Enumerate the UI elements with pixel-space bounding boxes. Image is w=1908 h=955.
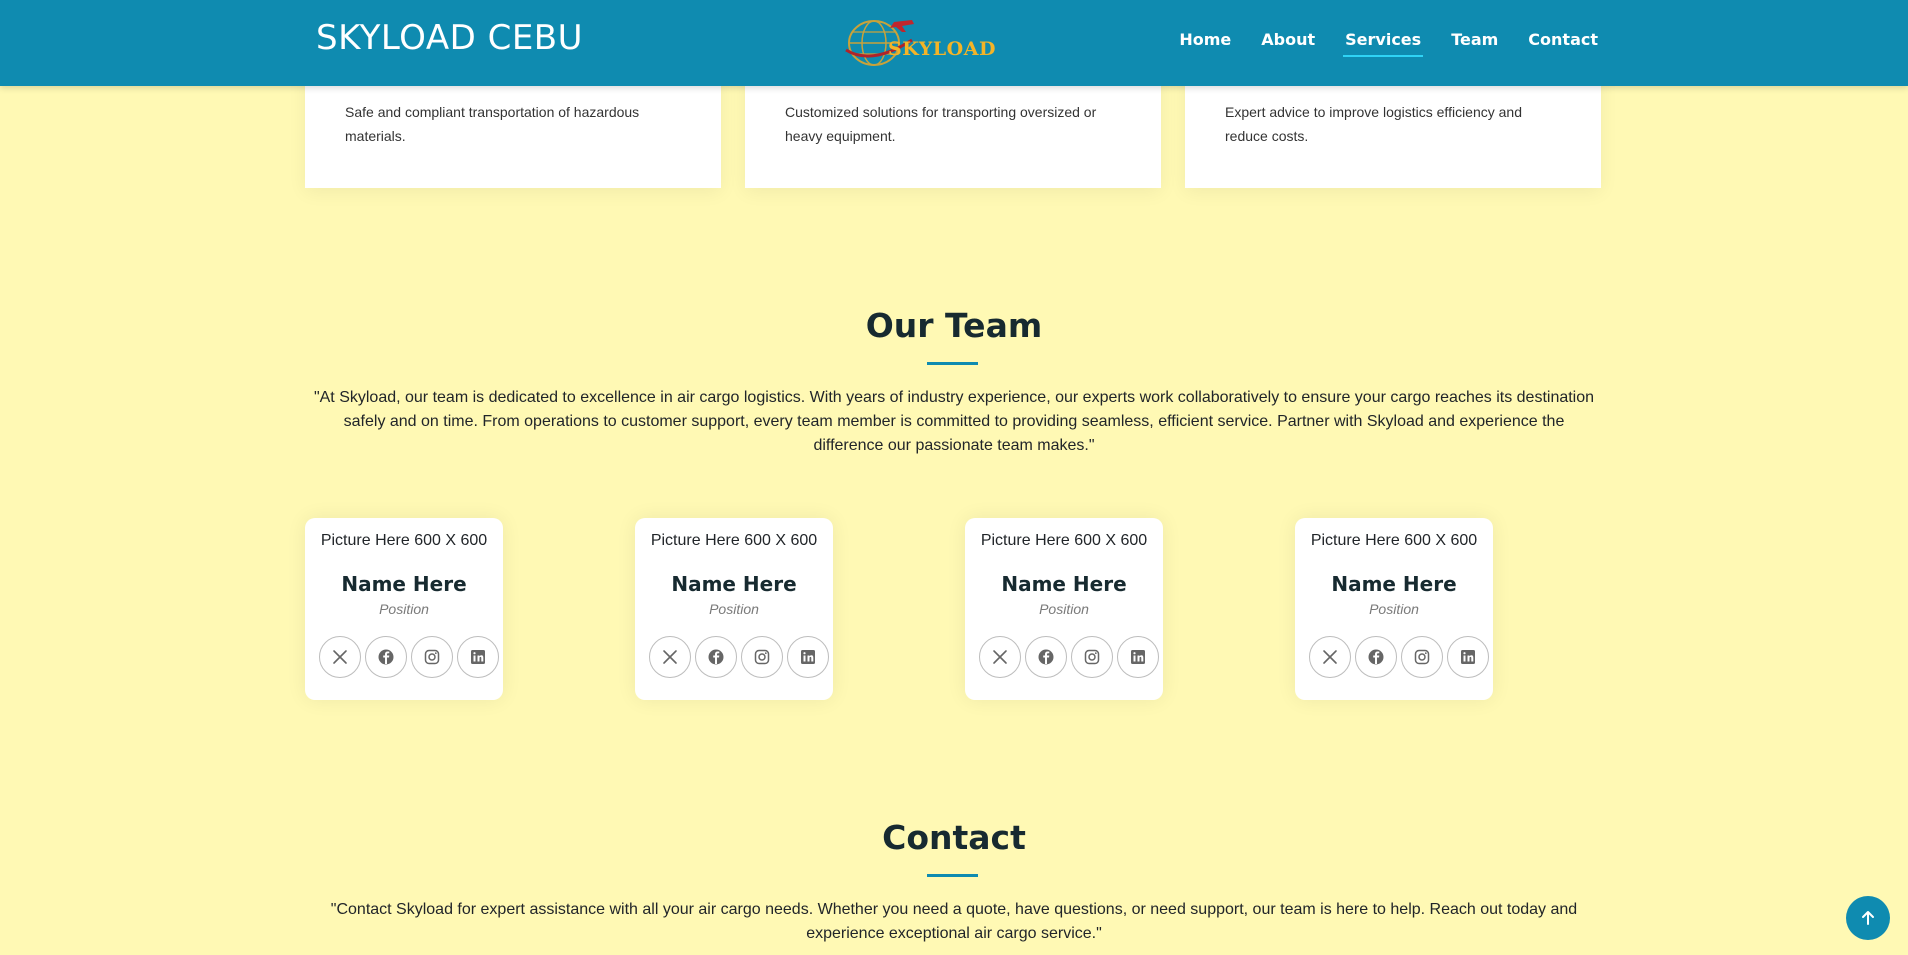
x-icon <box>663 650 677 664</box>
arrow-up-icon <box>1862 911 1874 925</box>
instagram-link-button[interactable] <box>1071 636 1113 678</box>
member-name: Name Here <box>341 572 467 596</box>
logo-text: SKYLOAD <box>888 38 996 60</box>
linkedin-link-button[interactable] <box>1447 636 1489 678</box>
team-member-card: Picture Here 600 X 600 Name Here Positio… <box>1295 518 1493 700</box>
nav-about[interactable]: About <box>1261 30 1315 57</box>
social-links <box>979 636 1159 678</box>
facebook-icon <box>1038 649 1054 665</box>
instagram-icon <box>1414 649 1430 665</box>
member-picture-placeholder: Picture Here 600 X 600 <box>650 532 818 549</box>
nav-contact[interactable]: Contact <box>1528 30 1598 57</box>
member-name: Name Here <box>671 572 797 596</box>
service-text: Customized solutions for transporting ov… <box>785 104 1097 144</box>
nav-services[interactable]: Services <box>1343 30 1424 57</box>
social-links <box>319 636 499 678</box>
x-icon <box>1323 650 1337 664</box>
skyload-logo[interactable]: SKYLOAD <box>842 16 995 68</box>
site-header: SKYLOAD CEBU SKYLOAD Home About Services… <box>0 0 1908 86</box>
linkedin-icon <box>801 650 815 664</box>
x-link-button[interactable] <box>319 636 361 678</box>
member-position: Position <box>709 601 759 617</box>
instagram-link-button[interactable] <box>741 636 783 678</box>
member-name: Name Here <box>1001 572 1127 596</box>
x-icon <box>333 650 347 664</box>
facebook-link-button[interactable] <box>1025 636 1067 678</box>
x-link-button[interactable] <box>1309 636 1351 678</box>
instagram-icon <box>1084 649 1100 665</box>
team-member-card: Picture Here 600 X 600 Name Here Positio… <box>635 518 833 700</box>
team-section-title: Our Team <box>865 306 1043 345</box>
x-icon <box>993 650 1007 664</box>
nav-home[interactable]: Home <box>1179 30 1231 57</box>
contact-title-divider <box>927 874 978 877</box>
facebook-link-button[interactable] <box>365 636 407 678</box>
brand-title[interactable]: SKYLOAD CEBU <box>316 18 583 58</box>
linkedin-link-button[interactable] <box>1117 636 1159 678</box>
facebook-icon <box>1368 649 1384 665</box>
member-picture-placeholder: Picture Here 600 X 600 <box>320 532 488 549</box>
x-link-button[interactable] <box>649 636 691 678</box>
instagram-icon <box>424 649 440 665</box>
facebook-link-button[interactable] <box>695 636 737 678</box>
page: Safe and compliant transportation of haz… <box>0 0 1908 955</box>
linkedin-icon <box>1461 650 1475 664</box>
facebook-icon <box>708 649 724 665</box>
team-member-card: Picture Here 600 X 600 Name Here Positio… <box>305 518 503 700</box>
social-links <box>1309 636 1489 678</box>
facebook-icon <box>378 649 394 665</box>
service-text: Expert advice to improve logistics effic… <box>1225 104 1522 144</box>
member-position: Position <box>379 601 429 617</box>
social-links <box>649 636 829 678</box>
contact-section-title: Contact <box>882 818 1026 857</box>
nav-team[interactable]: Team <box>1451 30 1498 57</box>
contact-description: "Contact Skyload for expert assistance w… <box>330 901 1578 942</box>
facebook-link-button[interactable] <box>1355 636 1397 678</box>
main-nav: Home About Services Team Contact <box>1179 30 1598 57</box>
linkedin-icon <box>1131 650 1145 664</box>
instagram-link-button[interactable] <box>1401 636 1443 678</box>
member-picture-placeholder: Picture Here 600 X 600 <box>1310 532 1478 549</box>
member-picture-placeholder: Picture Here 600 X 600 <box>980 532 1148 549</box>
team-member-card: Picture Here 600 X 600 Name Here Positio… <box>965 518 1163 700</box>
member-name: Name Here <box>1331 572 1457 596</box>
linkedin-link-button[interactable] <box>787 636 829 678</box>
member-position: Position <box>1369 601 1419 617</box>
service-text: Safe and compliant transportation of haz… <box>345 104 640 144</box>
x-link-button[interactable] <box>979 636 1021 678</box>
member-position: Position <box>1039 601 1089 617</box>
linkedin-icon <box>471 650 485 664</box>
team-description: "At Skyload, our team is dedicated to ex… <box>313 389 1595 454</box>
instagram-link-button[interactable] <box>411 636 453 678</box>
team-title-divider <box>927 362 978 365</box>
instagram-icon <box>754 649 770 665</box>
back-to-top-button[interactable] <box>1846 896 1890 940</box>
linkedin-link-button[interactable] <box>457 636 499 678</box>
